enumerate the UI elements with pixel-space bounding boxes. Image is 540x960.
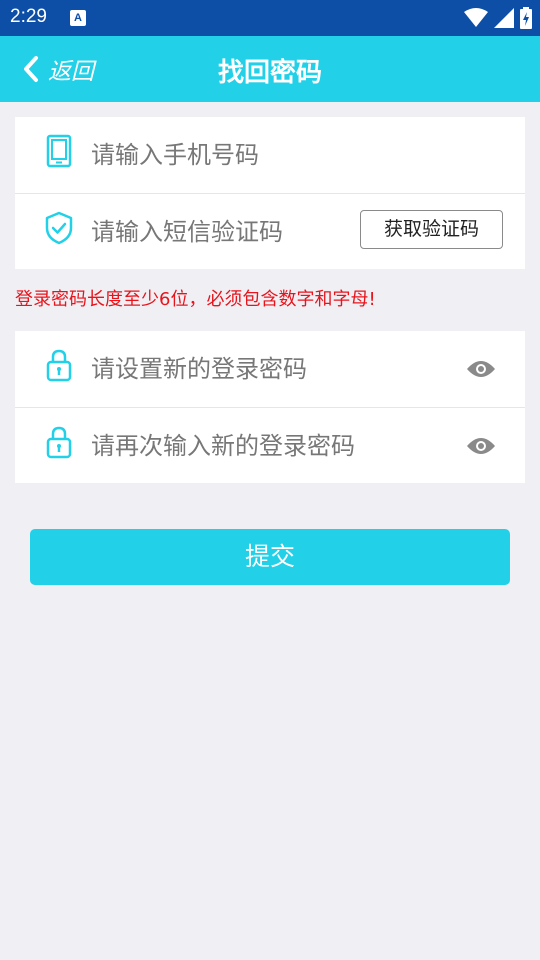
notification-icon: A <box>70 10 86 26</box>
password-rule-warning: 登录密码长度至少6位，必须包含数字和字母! <box>15 289 376 310</box>
sms-code-input[interactable] <box>91 212 351 252</box>
signal-icon <box>494 8 514 28</box>
new-password-row <box>15 331 525 407</box>
phone-icon <box>43 133 75 169</box>
wifi-icon <box>464 8 488 27</box>
submit-button[interactable]: 提交 <box>30 529 510 585</box>
get-code-button[interactable]: 获取验证码 <box>360 210 503 249</box>
phone-input[interactable] <box>91 135 391 175</box>
status-icons <box>464 7 532 29</box>
new-password-input[interactable] <box>91 349 391 389</box>
eye-icon[interactable] <box>465 355 497 383</box>
battery-icon <box>520 7 532 29</box>
confirm-password-row <box>15 407 525 483</box>
sms-row: 获取验证码 <box>15 193 525 269</box>
nav-bar: 返回 找回密码 <box>0 36 540 102</box>
confirm-password-input[interactable] <box>91 426 431 466</box>
verify-card: 获取验证码 <box>15 117 525 269</box>
lock-icon <box>43 424 75 460</box>
lock-icon <box>43 347 75 383</box>
shield-check-icon <box>43 210 75 246</box>
phone-row <box>15 117 525 193</box>
eye-icon[interactable] <box>465 432 497 460</box>
page-title: 找回密码 <box>217 58 322 88</box>
status-time: 2:29 <box>10 6 47 27</box>
password-card <box>15 331 525 483</box>
status-bar: 2:29 A <box>0 0 540 36</box>
